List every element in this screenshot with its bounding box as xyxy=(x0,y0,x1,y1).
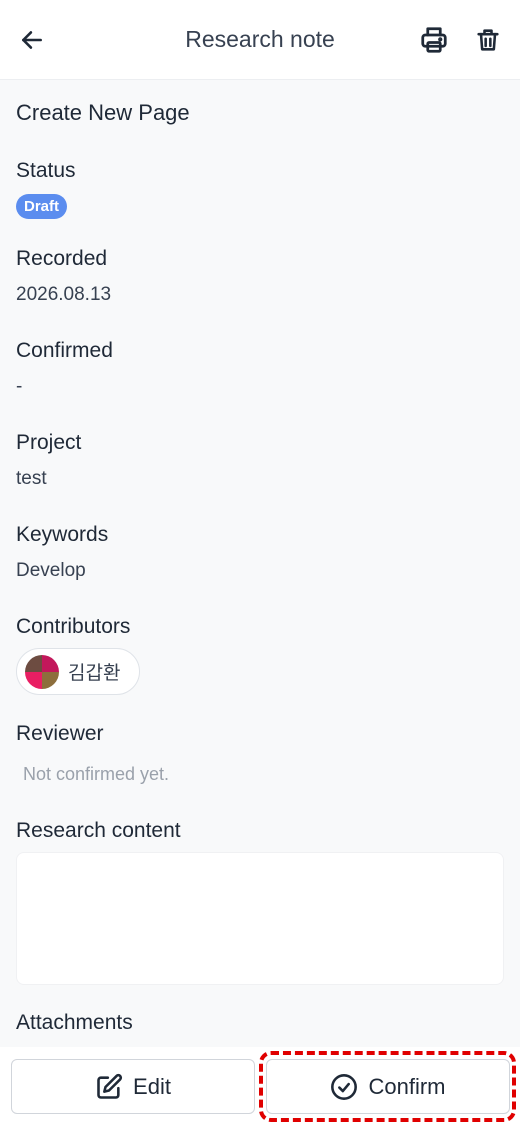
avatar xyxy=(25,654,59,689)
keywords-value: Develop xyxy=(16,560,86,581)
action-footer: Edit Confirm xyxy=(0,1047,520,1125)
print-button[interactable] xyxy=(416,22,452,58)
research-content-label: Research content xyxy=(16,819,181,842)
edit-button[interactable]: Edit xyxy=(11,1059,255,1114)
reviewer-value: Not confirmed yet. xyxy=(23,764,170,784)
status-badge: Draft xyxy=(16,194,68,219)
contributors-label: Contributors xyxy=(16,615,131,638)
status-label: Status xyxy=(16,159,76,182)
confirmed-label: Confirmed xyxy=(16,339,113,362)
project-value: test xyxy=(16,468,47,489)
keywords-label: Keywords xyxy=(16,523,109,546)
printer-icon xyxy=(421,27,447,53)
research-content-box xyxy=(16,852,504,985)
page-title: Create New Page xyxy=(16,100,190,125)
attachments-label: Attachments xyxy=(16,1011,133,1034)
edit-icon xyxy=(95,1073,123,1101)
reviewer-label: Reviewer xyxy=(16,722,104,745)
delete-button[interactable] xyxy=(470,22,506,58)
contributor-chip[interactable]: 김갑환 xyxy=(16,648,140,695)
confirmed-value: - xyxy=(16,376,23,397)
project-label: Project xyxy=(16,431,82,454)
check-circle-icon xyxy=(330,1073,358,1101)
contributor-name: 김갑환 xyxy=(68,663,121,684)
edit-button-label: Edit xyxy=(133,1073,171,1099)
confirm-button-label: Confirm xyxy=(368,1073,446,1099)
confirm-button[interactable]: Confirm xyxy=(266,1059,510,1114)
recorded-label: Recorded xyxy=(16,247,108,270)
app-header: Research note xyxy=(0,0,520,80)
recorded-value: 2026.08.13 xyxy=(16,284,112,305)
trash-icon xyxy=(477,29,499,51)
